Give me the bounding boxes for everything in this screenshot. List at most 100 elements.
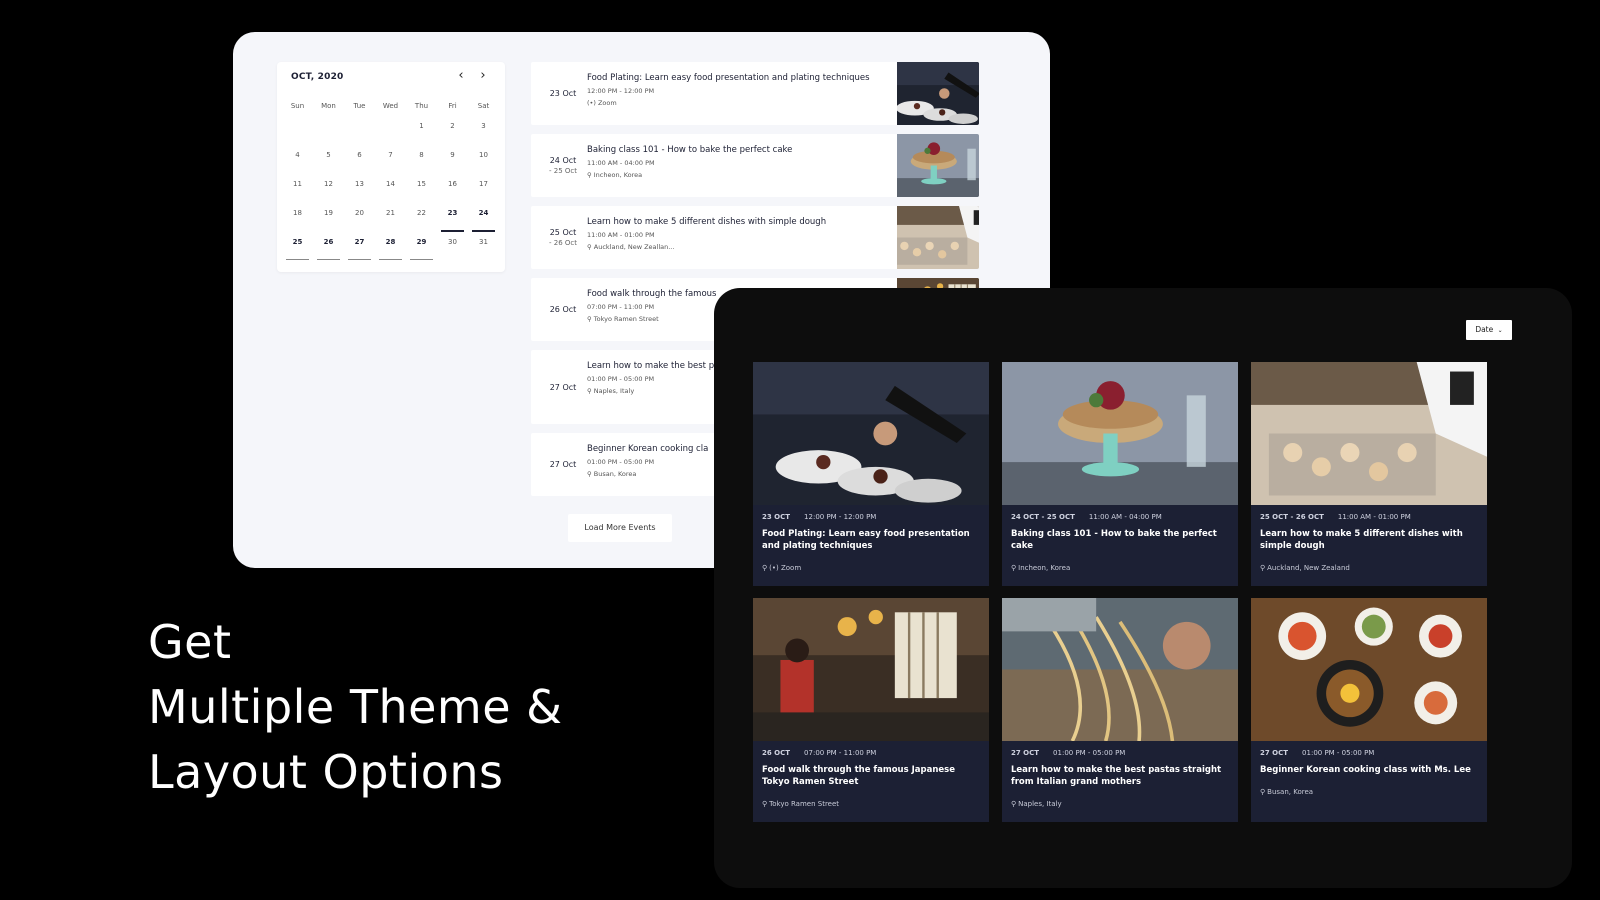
- calendar-day[interactable]: 3: [468, 119, 499, 148]
- event-card[interactable]: 24 OCT - 25 OCT 11:00 AM - 04:00 PM Baking…: [1002, 362, 1238, 586]
- calendar-day[interactable]: 21: [375, 206, 406, 235]
- event-card-meta: 27 OCT 01:00 PM - 05:00 PM: [1011, 749, 1125, 757]
- calendar-day[interactable]: 15: [406, 177, 437, 206]
- promo-stage: OCT, 2020 ‹ › Sun Mon Tue Wed Thu Fri Sa…: [0, 0, 1600, 900]
- event-card-time: 11:00 AM - 04:00 PM: [1088, 513, 1162, 521]
- calendar-day[interactable]: 25: [282, 235, 313, 264]
- calendar-day[interactable]: 24: [468, 206, 499, 235]
- event-card-time: 01:00 PM - 05:00 PM: [1053, 749, 1126, 757]
- event-card-title[interactable]: Learn how to make the best pastas straig…: [1011, 765, 1226, 788]
- calendar-day[interactable]: 31: [468, 235, 499, 264]
- load-more-button[interactable]: Load More Events: [568, 514, 672, 542]
- calendar-day[interactable]: 9: [437, 148, 468, 177]
- calendar-day[interactable]: 13: [344, 177, 375, 206]
- location-pin-icon: ⚲: [587, 315, 592, 323]
- event-card-title[interactable]: Baking class 101 - How to bake the perfe…: [1011, 529, 1226, 552]
- calendar-day[interactable]: 12: [313, 177, 344, 206]
- event-date: 27 Oct: [541, 350, 585, 424]
- location-pin-icon: ⚲: [762, 564, 768, 572]
- event-card[interactable]: 23 OCT 12:00 PM - 12:00 PM Food Plating: L…: [753, 362, 989, 586]
- event-card[interactable]: 27 OCT 01:00 PM - 05:00 PM Learn how to ma…: [1002, 598, 1238, 822]
- calendar-day[interactable]: 14: [375, 177, 406, 206]
- calendar-day[interactable]: 29: [406, 235, 437, 264]
- event-time: 12:00 PM - 12:00 PM: [587, 87, 655, 95]
- sort-dropdown-label: Date: [1475, 325, 1494, 334]
- event-location: (•) Zoom: [587, 99, 892, 107]
- event-date: 24 Oct - 25 Oct: [541, 134, 585, 197]
- event-title[interactable]: Baking class 101 - How to bake the perfe…: [587, 144, 892, 156]
- calendar-day[interactable]: 26: [313, 235, 344, 264]
- calendar-day[interactable]: 28: [375, 235, 406, 264]
- location-pin-icon: ⚲: [587, 387, 592, 395]
- calendar-day[interactable]: 11: [282, 177, 313, 206]
- event-card-title[interactable]: Food walk through the famous Japanese To…: [762, 765, 977, 788]
- calendar-day[interactable]: 7: [375, 148, 406, 177]
- event-title[interactable]: Learn how to make 5 different dishes wit…: [587, 216, 892, 228]
- calendar-day[interactable]: 6: [344, 148, 375, 177]
- promo-headline: Get Multiple Theme & Layout Options: [148, 610, 563, 805]
- event-card[interactable]: 27 OCT 01:00 PM - 05:00 PM Beginner Korean…: [1251, 598, 1487, 822]
- event-card-meta: 23 OCT 12:00 PM - 12:00 PM: [762, 513, 876, 521]
- event-date-start: 27 Oct: [549, 382, 577, 392]
- event-card-location-label: Busan, Korea: [1267, 788, 1314, 796]
- event-thumbnail[interactable]: [897, 62, 979, 125]
- event-date-start: 27 Oct: [549, 460, 577, 469]
- calendar-day[interactable]: 20: [344, 206, 375, 235]
- event-location-label: Incheon, Korea: [593, 171, 643, 179]
- calendar-day[interactable]: 30: [437, 235, 468, 264]
- event-time: 11:00 AM - 01:00 PM: [587, 231, 655, 239]
- location-pin-icon: ⚲: [1260, 788, 1266, 796]
- event-list-item[interactable]: 24 Oct - 25 Oct Baking class 101 - How to …: [531, 134, 979, 197]
- calendar-day-empty: [375, 119, 406, 148]
- event-card-image: [753, 362, 989, 505]
- event-list-item[interactable]: 23 Oct Food Plating: Learn easy food pres…: [531, 62, 979, 125]
- calendar-day[interactable]: 19: [313, 206, 344, 235]
- event-card[interactable]: 25 OCT - 26 OCT 11:00 AM - 01:00 PM Learn …: [1251, 362, 1487, 586]
- event-date: 26 Oct: [541, 278, 585, 341]
- event-card-meta: 24 OCT - 25 OCT 11:00 AM - 04:00 PM: [1011, 513, 1162, 521]
- calendar-day[interactable]: 18: [282, 206, 313, 235]
- headline-line: Multiple Theme &: [148, 680, 563, 734]
- chevron-right-icon[interactable]: ›: [474, 67, 492, 85]
- event-card-image: [1251, 362, 1487, 505]
- calendar-day[interactable]: 16: [437, 177, 468, 206]
- calendar-day[interactable]: 5: [313, 148, 344, 177]
- event-card[interactable]: 26 OCT 07:00 PM - 11:00 PM Food walk throu…: [753, 598, 989, 822]
- event-card-meta: 25 OCT - 26 OCT 11:00 AM - 01:00 PM: [1260, 513, 1411, 521]
- calendar-day[interactable]: 10: [468, 148, 499, 177]
- event-card-location: ⚲ (•) Zoom: [762, 564, 801, 572]
- event-location: ⚲ Auckland, New Zeallan...: [587, 243, 892, 251]
- event-card-date: 27 OCT: [1011, 749, 1040, 757]
- calendar-day[interactable]: 23: [437, 206, 468, 235]
- event-card-location: ⚲ Busan, Korea: [1260, 788, 1313, 796]
- calendar-day-empty: [282, 119, 313, 148]
- calendar-day[interactable]: 4: [282, 148, 313, 177]
- event-date-start: 23 Oct: [549, 89, 577, 98]
- calendar-day[interactable]: 1: [406, 119, 437, 148]
- event-title[interactable]: Food Plating: Learn easy food presentati…: [587, 72, 892, 84]
- calendar-day[interactable]: 27: [344, 235, 375, 264]
- event-card-time: 01:00 PM - 05:00 PM: [1302, 749, 1375, 757]
- weekday-label: Sat: [477, 102, 490, 110]
- weekday-label: Sun: [290, 102, 305, 110]
- event-location-label: Auckland, New Zeallan...: [593, 243, 675, 251]
- event-card-title[interactable]: Learn how to make 5 different dishes wit…: [1260, 529, 1475, 552]
- event-card-location: ⚲ Auckland, New Zealand: [1260, 564, 1350, 572]
- mini-calendar: OCT, 2020 ‹ › Sun Mon Tue Wed Thu Fri Sa…: [277, 62, 505, 272]
- event-card-title[interactable]: Food Plating: Learn easy food presentati…: [762, 529, 977, 552]
- event-card-location: ⚲ Tokyo Ramen Street: [762, 800, 839, 808]
- calendar-day[interactable]: 8: [406, 148, 437, 177]
- sort-dropdown[interactable]: Date ⌄: [1466, 320, 1512, 340]
- calendar-day[interactable]: 22: [406, 206, 437, 235]
- event-list-item[interactable]: 25 Oct - 26 Oct Learn how to make 5 differ…: [531, 206, 979, 269]
- calendar-day[interactable]: 17: [468, 177, 499, 206]
- event-thumbnail[interactable]: [897, 206, 979, 269]
- event-thumbnail[interactable]: [897, 134, 979, 197]
- calendar-day[interactable]: 2: [437, 119, 468, 148]
- chevron-left-icon[interactable]: ‹: [452, 67, 470, 85]
- event-card-location-label: Tokyo Ramen Street: [769, 800, 840, 808]
- event-card-meta: 27 OCT 01:00 PM - 05:00 PM: [1260, 749, 1374, 757]
- event-card-title[interactable]: Beginner Korean cooking class with Ms. L…: [1260, 765, 1475, 777]
- event-date: 23 Oct: [541, 62, 585, 125]
- event-time: 11:00 AM - 04:00 PM: [587, 159, 655, 167]
